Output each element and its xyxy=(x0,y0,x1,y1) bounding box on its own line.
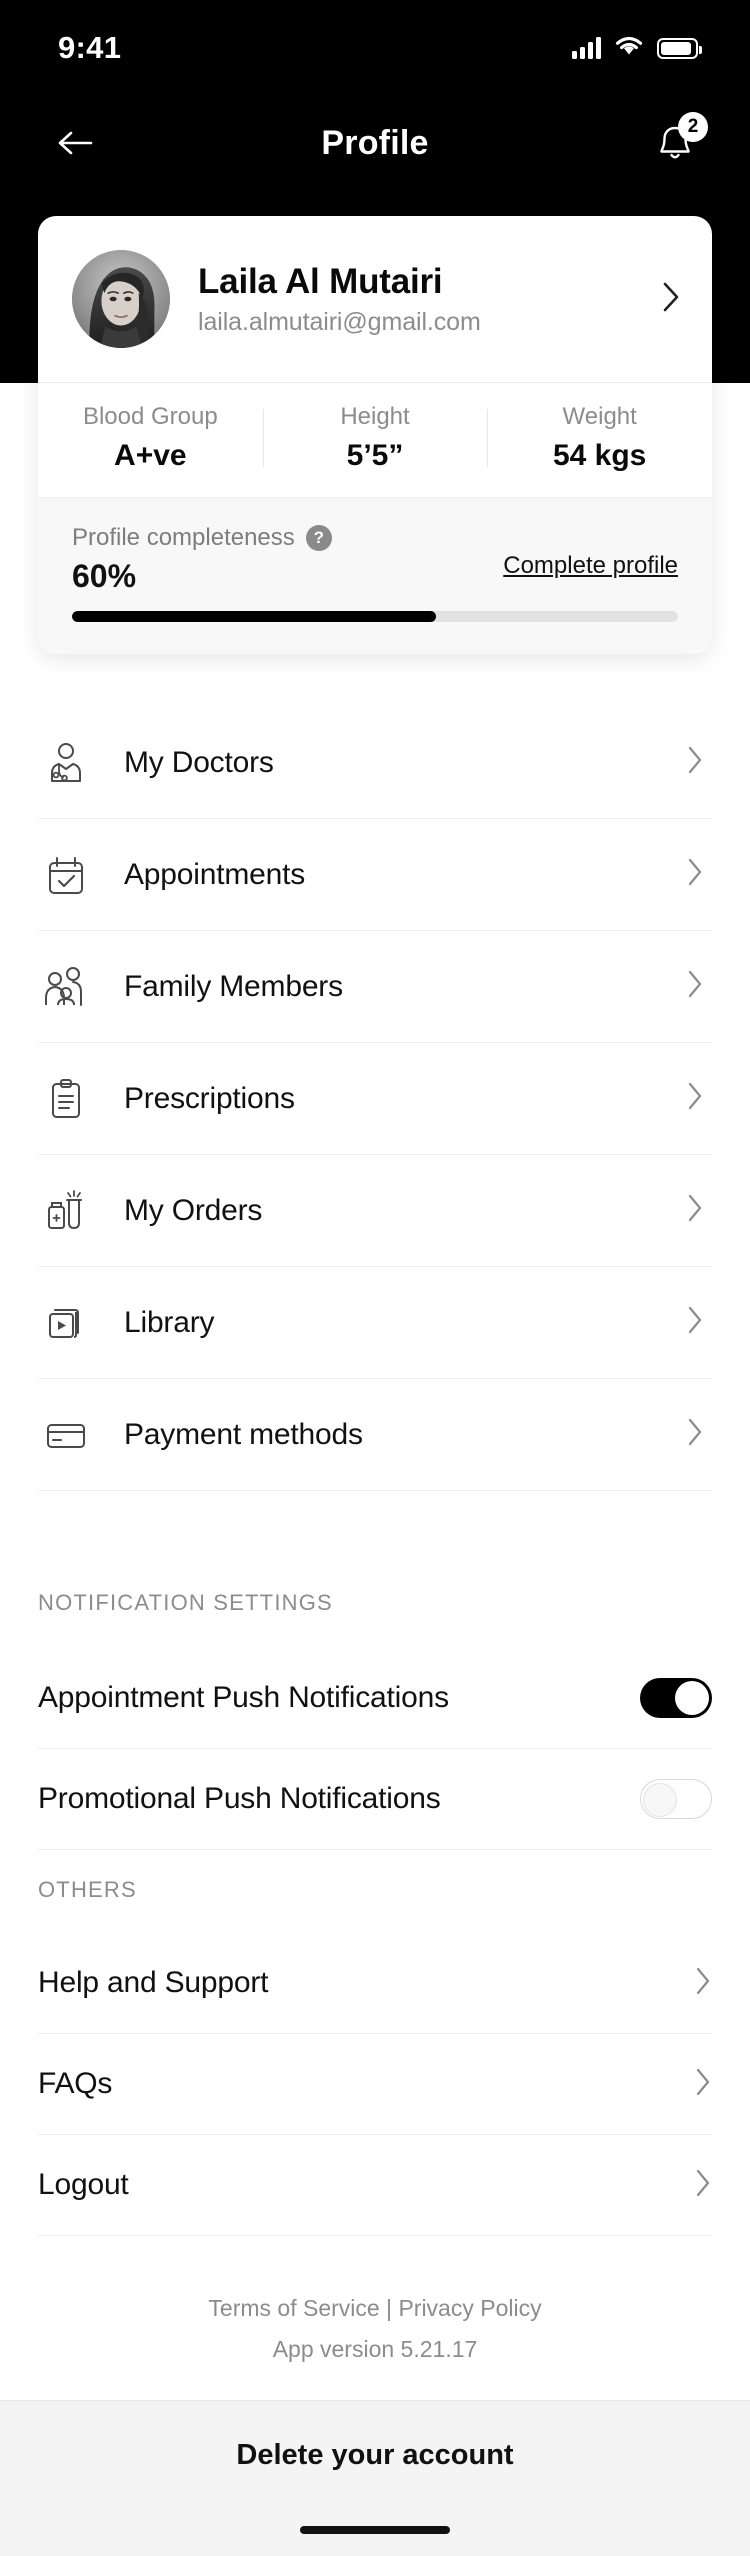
profile-completeness-section: Profile completeness ? 60% Complete prof… xyxy=(38,498,712,654)
doctor-icon xyxy=(38,735,94,791)
status-time: 9:41 xyxy=(58,30,122,65)
footer: Terms of Service | Privacy Policy App ve… xyxy=(0,2295,750,2363)
stat-blood-group: Blood Group A+ve xyxy=(38,403,263,473)
health-stats-row: Blood Group A+ve Height 5’5” Weight 54 k… xyxy=(38,382,712,498)
menu-item-label: Payment methods xyxy=(124,1417,363,1451)
other-item-faqs[interactable]: FAQs xyxy=(38,2034,712,2135)
page-title: Profile xyxy=(321,123,429,162)
question-mark-icon[interactable]: ? xyxy=(305,525,332,551)
setting-label: Promotional Push Notifications xyxy=(38,1782,441,1815)
toggle-knob xyxy=(643,1783,677,1817)
medicine-vial-icon xyxy=(38,1183,94,1239)
chevron-right-icon xyxy=(694,1966,712,2001)
user-avatar-photo xyxy=(72,250,170,348)
cellular-signal-icon xyxy=(572,37,601,59)
menu-item-payment-methods[interactable]: Payment methods xyxy=(38,1379,712,1491)
other-item-label: Logout xyxy=(38,2168,129,2201)
stat-value: A+ve xyxy=(114,439,187,472)
complete-profile-link[interactable]: Complete profile xyxy=(503,552,678,580)
notification-badge: 2 xyxy=(678,112,708,142)
back-arrow-icon xyxy=(58,131,93,155)
home-indicator xyxy=(300,2526,450,2534)
stat-label: Blood Group xyxy=(82,403,218,430)
chevron-right-icon xyxy=(694,2168,712,2203)
promotional-push-toggle[interactable] xyxy=(640,1779,712,1819)
menu-item-label: My Orders xyxy=(124,1193,263,1227)
credit-card-icon xyxy=(38,1407,94,1463)
chevron-right-icon xyxy=(686,745,712,780)
profile-screen: 9:41 Profile 2 Laila Al Mutairi laila.al… xyxy=(0,0,750,2556)
notification-settings-title: NOTIFICATION SETTINGS xyxy=(38,1590,333,1615)
avatar xyxy=(72,250,170,348)
other-item-label: Help and Support xyxy=(38,1966,269,1999)
chevron-right-icon xyxy=(686,1193,712,1228)
menu-item-label: Appointments xyxy=(124,857,306,891)
chevron-right-icon xyxy=(694,2067,712,2102)
others-title: OTHERS xyxy=(38,1877,137,1902)
profile-email: laila.almutairi@gmail.com xyxy=(198,307,481,336)
chevron-right-icon xyxy=(686,1417,712,1452)
calendar-check-icon xyxy=(38,847,94,903)
status-bar: 9:41 xyxy=(0,0,750,96)
other-item-logout[interactable]: Logout xyxy=(38,2135,712,2236)
delete-account-bar[interactable]: Delete your account xyxy=(0,2400,750,2556)
menu-item-label: My Doctors xyxy=(124,745,274,779)
completeness-progress-fill xyxy=(72,611,436,622)
notification-settings-section: NOTIFICATION SETTINGS Appointment Push N… xyxy=(38,1590,712,1850)
profile-identity: Laila Al Mutairi laila.almutairi@gmail.c… xyxy=(198,261,624,336)
menu-item-my-orders[interactable]: My Orders xyxy=(38,1155,712,1267)
chevron-right-icon xyxy=(686,1081,712,1116)
other-item-help-and-support[interactable]: Help and Support xyxy=(38,1933,712,2034)
status-icon-group xyxy=(572,35,702,62)
stat-value: 54 kgs xyxy=(552,439,647,472)
stat-label: Weight xyxy=(562,403,637,430)
completeness-percent: 60% xyxy=(72,558,137,594)
setting-label: Appointment Push Notifications xyxy=(38,1681,449,1714)
profile-name: Laila Al Mutairi xyxy=(198,262,443,302)
privacy-policy-link[interactable]: Privacy Policy xyxy=(398,2295,541,2321)
profile-summary-row[interactable]: Laila Al Mutairi laila.almutairi@gmail.c… xyxy=(38,216,712,382)
menu-item-family-members[interactable]: Family Members xyxy=(38,931,712,1043)
chevron-right-icon xyxy=(686,1305,712,1340)
stat-height: Height 5’5” xyxy=(262,403,488,473)
completeness-progress-track xyxy=(72,611,678,622)
stat-weight: Weight 54 kgs xyxy=(487,403,712,473)
notifications-button[interactable]: 2 xyxy=(648,112,708,170)
stat-label: Height xyxy=(340,403,410,430)
profile-menu-list: My Doctors Appointments Family Members P… xyxy=(38,707,712,1491)
menu-item-library[interactable]: Library xyxy=(38,1267,712,1379)
back-button[interactable] xyxy=(48,116,102,170)
menu-item-my-doctors[interactable]: My Doctors xyxy=(38,707,712,819)
family-members-icon xyxy=(38,959,94,1015)
menu-item-label: Family Members xyxy=(124,969,343,1003)
other-item-label: FAQs xyxy=(38,2067,113,2100)
clipboard-icon xyxy=(38,1071,94,1127)
setting-promotional-push[interactable]: Promotional Push Notifications xyxy=(38,1749,712,1850)
completeness-label-row: Profile completeness ? xyxy=(72,524,332,552)
others-section: OTHERS Help and Support FAQs Logout xyxy=(38,1877,712,2236)
chevron-right-icon xyxy=(663,282,679,311)
footer-separator: | xyxy=(379,2295,399,2321)
app-version: App version 5.21.17 xyxy=(272,2336,478,2362)
delete-account-label: Delete your account xyxy=(236,2439,514,2471)
chevron-right-icon xyxy=(686,857,712,892)
menu-item-appointments[interactable]: Appointments xyxy=(38,819,712,931)
profile-detail-chevron[interactable] xyxy=(652,280,682,319)
footer-legal-links: Terms of Service | Privacy Policy xyxy=(0,2295,750,2322)
completeness-label: Profile completeness xyxy=(72,524,295,551)
chevron-right-icon xyxy=(686,969,712,1004)
terms-of-service-link[interactable]: Terms of Service xyxy=(208,2295,379,2321)
stat-value: 5’5” xyxy=(346,439,404,472)
menu-item-label: Prescriptions xyxy=(124,1081,295,1115)
menu-item-label: Library xyxy=(124,1305,215,1339)
toggle-knob xyxy=(675,1681,709,1715)
profile-card: Laila Al Mutairi laila.almutairi@gmail.c… xyxy=(38,216,712,654)
appointment-push-toggle[interactable] xyxy=(640,1678,712,1718)
setting-appointment-push[interactable]: Appointment Push Notifications xyxy=(38,1648,712,1749)
menu-item-prescriptions[interactable]: Prescriptions xyxy=(38,1043,712,1155)
wifi-icon xyxy=(614,35,644,62)
battery-icon xyxy=(657,37,702,59)
app-header: Profile 2 xyxy=(0,103,750,183)
video-library-icon xyxy=(38,1295,94,1351)
